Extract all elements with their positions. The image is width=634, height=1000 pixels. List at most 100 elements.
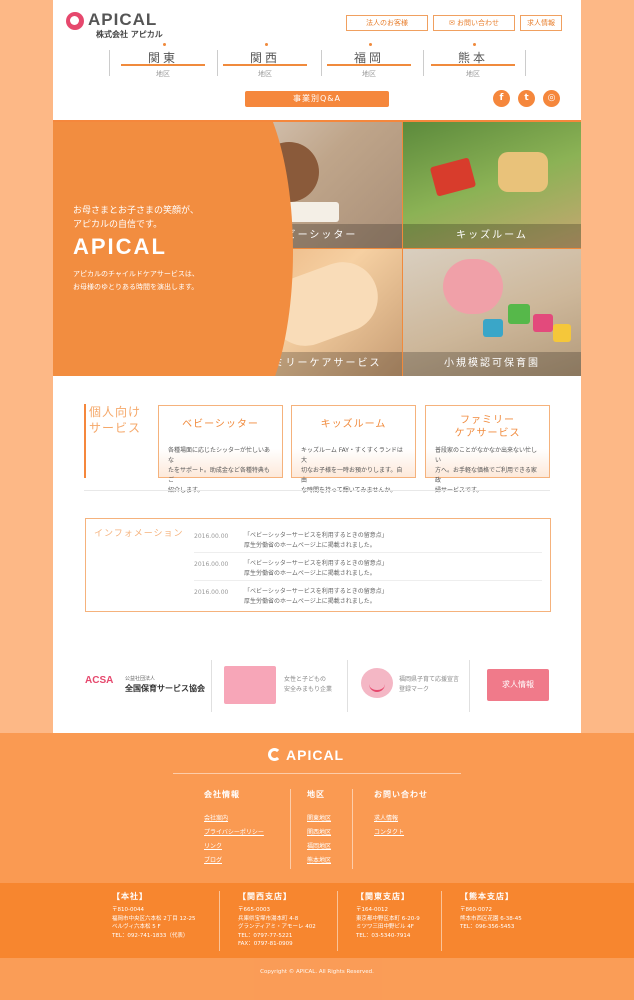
service-card-description: 普段家のことがなかなか出来ない忙しい 方へ。お手軽な価格でご利用できる家政 婦サ… — [435, 446, 542, 496]
photo-shape — [533, 314, 553, 332]
main-page: APICAL 株式会社 アピカル 法人のお客様 ✉ お問い合わせ 求人情報 関東… — [53, 0, 581, 733]
region-kansai[interactable]: 関西 地区 — [213, 43, 317, 78]
logo-text: APICAL — [88, 10, 158, 29]
branch-divider — [219, 891, 220, 951]
branch-divider — [441, 891, 442, 951]
footer-link[interactable]: 福岡地区 — [307, 841, 331, 850]
company-logo[interactable]: APICAL 株式会社 アピカル — [66, 10, 176, 40]
section-divider — [84, 490, 550, 491]
news-item[interactable]: 2016.00.00 「ベビーシッターサービスを利用するときの留意点」 厚生労働省… — [194, 553, 542, 581]
copyright: Copyright © APICAL. All Rights Reserved. — [0, 958, 634, 1000]
footer-link[interactable]: 熊本地区 — [307, 855, 331, 864]
hero-copy-line: お母さまとお子さまの笑顔が、 — [73, 206, 199, 216]
footer-link[interactable]: 会社案内 — [204, 813, 228, 822]
footer-link[interactable]: リンク — [204, 841, 222, 850]
footer-link[interactable]: ブログ — [204, 855, 222, 864]
tile-label: キッズルーム — [403, 224, 581, 248]
acsa-small: 公益社団法人 — [125, 676, 156, 682]
hero-copy-line: アピカルの自信です。 — [73, 220, 163, 230]
service-card-title-line: ファミリー — [460, 415, 515, 426]
women-safety-line: 安全みまもり企業 — [284, 686, 333, 693]
logo-mark-icon — [66, 12, 84, 30]
services-accent-bar — [84, 404, 86, 478]
branch-line: TEL：096-356-5453 — [460, 924, 515, 930]
branch-line: ミツワ三田中野ビル 4F — [356, 924, 414, 930]
acsa-text: 公益社団法人 全国保育サービス協会 — [125, 675, 205, 693]
footer-col-title: 地区 — [307, 790, 325, 799]
service-card-babysitter[interactable]: ベビーシッター 各種場面に応じたシッターが忙しいあな たをサポート。助成金など各… — [158, 405, 283, 494]
service-card-description: キッズルーム FAY・すくすくランドは大 切なお子様を一時お預かりします。自由 … — [301, 446, 408, 496]
contact-button[interactable]: ✉ お問い合わせ — [433, 15, 515, 31]
service-card-kidsroom[interactable]: キッズルーム キッズルーム FAY・すくすくランドは大 切なお子様を一時お預かり… — [291, 405, 416, 494]
branch-line: TEL：0797-77-5221 — [238, 932, 293, 939]
news-line: 厚生労働省のホームページ上に掲載されました。 — [244, 570, 376, 577]
footer-col-divider — [290, 789, 291, 869]
hero-section: ベビーシッター キッズルーム ファミリーケアサービス 小規模認可保育園 お母さま… — [53, 122, 581, 376]
branch-line: TEL：092-741-1833（代表） — [112, 932, 189, 939]
branch-line: 〒164-0012 — [356, 907, 388, 913]
news-line: 厚生労働省のホームページ上に掲載されました。 — [244, 542, 376, 549]
instagram-icon[interactable]: ◎ — [543, 90, 560, 107]
footer-link[interactable]: プライバシーポリシー — [204, 827, 264, 836]
family-illustration-icon — [224, 666, 276, 704]
branch-name: 【本社】 — [112, 892, 148, 901]
branch-name: 【関西支店】 — [238, 892, 292, 901]
footer-link[interactable]: 関西地区 — [307, 827, 331, 836]
news-item[interactable]: 2016.00.00 「ベビーシッターサービスを利用するときの留意点」 厚生労働省… — [194, 581, 542, 609]
footer-link[interactable]: コンタクト — [374, 827, 404, 836]
region-divider — [525, 50, 526, 76]
recruit-top-button[interactable]: 求人情報 — [520, 15, 562, 31]
mail-icon: ✉ — [448, 19, 458, 27]
recruit-label: 求人情報 — [502, 680, 534, 689]
fukuoka-text: 福岡県子育て応援宣言 登録マーク — [399, 675, 459, 695]
news-line: 「ベビーシッターサービスを利用するときの留意点」 — [244, 560, 388, 567]
tile-kidsroom[interactable]: キッズルーム — [403, 122, 581, 248]
photo-shape — [508, 304, 530, 324]
facebook-icon[interactable]: f — [493, 90, 510, 107]
region-dot — [473, 43, 476, 46]
region-kumamoto[interactable]: 熊本 地区 — [421, 43, 525, 78]
twitter-icon[interactable]: t — [518, 90, 535, 107]
news-text: 「ベビーシッターサービスを利用するときの留意点」 厚生労働省のホームページ上に掲載… — [244, 559, 388, 579]
women-safety-line: 女性と子どもの — [284, 676, 327, 683]
acsa-name: 全国保育サービス協会 — [125, 684, 205, 693]
corporate-button[interactable]: 法人のお客様 — [346, 15, 428, 31]
service-card-title: ベビーシッター — [159, 418, 282, 431]
service-card-title-line: ケアサービス — [454, 428, 521, 439]
branch-line: 福岡市中央区六本松 2丁目 12-25 — [112, 915, 196, 922]
region-fukuoka[interactable]: 福岡 地区 — [317, 43, 421, 78]
banner-divider — [211, 660, 212, 712]
branch-kumamoto: 【熊本支店】 〒860-0072 熊本市西区花園 6-38-45 TEL：096… — [460, 891, 570, 951]
services-heading: 個人向け サービス — [89, 404, 141, 436]
tile-nursery[interactable]: 小規模認可保育園 — [403, 249, 581, 376]
branch-line: TEL：03-5340-7914 — [356, 932, 411, 939]
region-name: 福岡 — [327, 46, 411, 66]
service-card-title-line: ベビーシッター — [182, 419, 259, 430]
branch-name: 【熊本支店】 — [460, 892, 514, 901]
news-line: 「ベビーシッターサービスを利用するときの留意点」 — [244, 532, 388, 539]
description-line: キッズルーム FAY・すくすくランドは大 — [301, 447, 403, 464]
footer-col-divider — [352, 789, 353, 869]
description-line: 紹介します。 — [168, 486, 275, 496]
smile-mark-icon — [361, 668, 393, 698]
description-line: 婦サービスです。 — [435, 486, 542, 496]
footer-col-title: 会社情報 — [204, 790, 240, 799]
branch-line: 〒860-0072 — [460, 907, 492, 913]
footer-link[interactable]: 求人情報 — [374, 813, 398, 822]
women-safety-text: 女性と子どもの 安全みまもり企業 — [284, 675, 332, 695]
acsa-logo: ACSA — [85, 675, 114, 686]
branch-kansai: 【関西支店】 〒665-0003 兵庫県宝塚市湯本町 4-8 グランディアミ・ア… — [238, 891, 348, 951]
banner-divider — [469, 660, 470, 712]
qa-button[interactable]: 事業別Q&A — [245, 91, 389, 107]
footer-logo[interactable]: APICAL — [286, 747, 344, 763]
news-item[interactable]: 2016.00.00 「ベビーシッターサービスを利用するときの留意点」 厚生労働省… — [194, 525, 542, 553]
region-name: 関西 — [223, 46, 307, 66]
region-kanto[interactable]: 関東 地区 — [111, 43, 215, 78]
photo-shape — [553, 324, 571, 342]
region-sub: 地区 — [156, 70, 170, 78]
footer: APICAL 会社情報 会社案内 プライバシーポリシー リンク ブログ 地区 関… — [0, 733, 634, 883]
recruit-banner-button[interactable]: 求人情報 — [487, 669, 549, 701]
service-card-familycare[interactable]: ファミリー ケアサービス 普段家のことがなかなか出来ない忙しい 方へ。お手軽な価… — [425, 405, 550, 494]
region-divider — [109, 50, 110, 76]
footer-link[interactable]: 関東地区 — [307, 813, 331, 822]
